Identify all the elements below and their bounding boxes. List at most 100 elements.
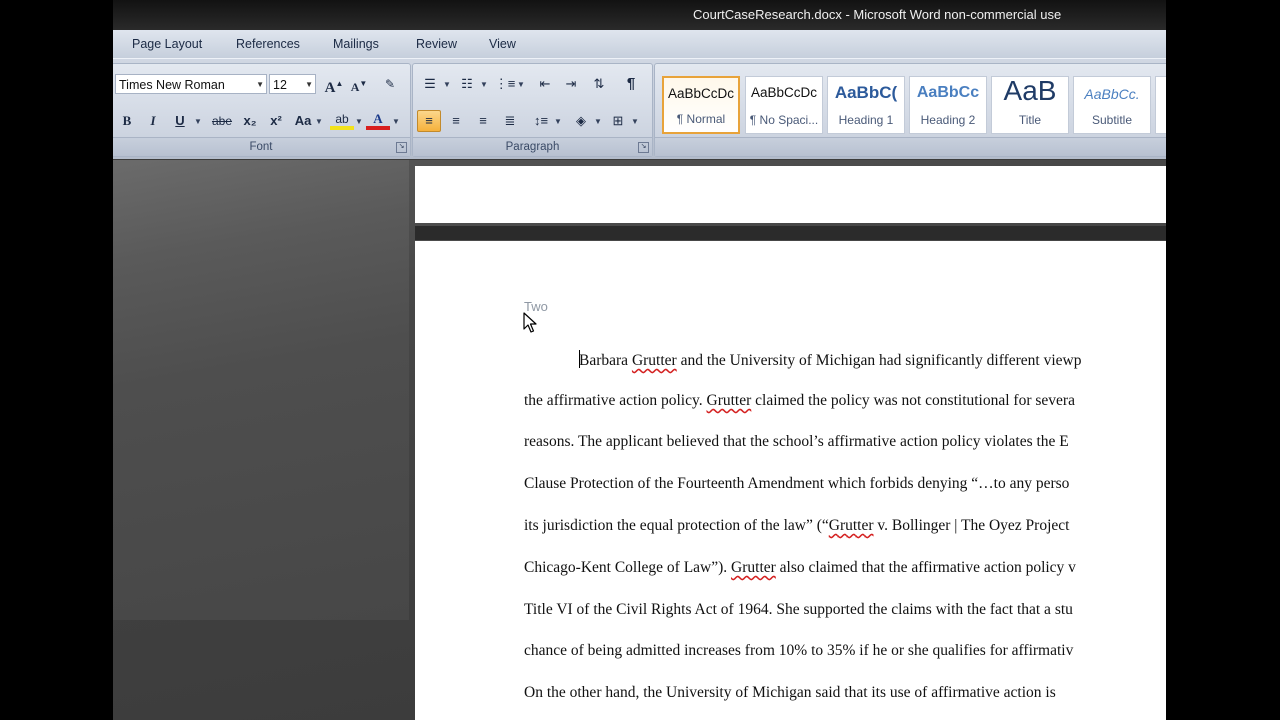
mouse-pointer-icon xyxy=(523,312,537,339)
misspelled-word[interactable]: Grutter xyxy=(632,352,677,369)
chevron-down-icon[interactable]: ▼ xyxy=(315,117,323,126)
chevron-down-icon[interactable]: ▼ xyxy=(480,80,488,89)
misspelled-word[interactable]: Grutter xyxy=(829,517,874,534)
document-line[interactable]: Clause Protection of the Fourteenth Amen… xyxy=(524,475,1069,493)
style-name: ¶ Normal xyxy=(676,112,726,126)
chevron-down-icon[interactable]: ▼ xyxy=(392,117,400,126)
misspelled-word[interactable]: Grutter xyxy=(731,559,776,576)
document-line[interactable]: Barbara Grutter and the University of Mi… xyxy=(579,350,1081,370)
style-name: Title xyxy=(1018,113,1042,127)
clear-formatting-button[interactable]: ✎ xyxy=(378,73,402,95)
document-line[interactable]: Chicago-Kent College of Law”). Grutter a… xyxy=(524,559,1076,577)
align-center-button[interactable]: ≡ xyxy=(444,110,468,132)
justify-icon: ≣ xyxy=(504,113,516,128)
tab-mailings[interactable]: Mailings xyxy=(333,37,379,51)
line-text: the affirmative action policy. xyxy=(524,392,707,409)
line-spacing-button[interactable]: ↕≡ xyxy=(529,110,553,132)
line-text: Clause Protection of the Fourteenth Amen… xyxy=(524,475,1070,492)
sort-icon: ⇅ xyxy=(593,76,605,91)
ribbon: Times New Roman ▼ 12 ▼ A▲ A▼ ✎ B I U ▼ a… xyxy=(113,58,1166,159)
style-name: ¶ No Spaci... xyxy=(749,113,819,127)
chevron-down-icon[interactable]: ▼ xyxy=(256,75,264,95)
tab-review[interactable]: Review xyxy=(416,37,457,51)
style-name: Subtitle xyxy=(1091,113,1133,127)
chevron-down-icon[interactable]: ▼ xyxy=(194,117,202,126)
style-preview: AaB xyxy=(1003,76,1057,106)
line-text: its jurisdiction the equal protection of… xyxy=(524,517,829,534)
chevron-down-icon[interactable]: ▼ xyxy=(355,117,363,126)
tab-page-layout[interactable]: Page Layout xyxy=(132,37,202,51)
decrease-indent-button[interactable]: ⇤ xyxy=(533,73,557,95)
numbering-button[interactable]: ☷ xyxy=(455,73,479,95)
document-line[interactable]: Title VI of the Civil Rights Act of 1964… xyxy=(524,601,1073,619)
line-spacing-icon: ↕≡ xyxy=(533,113,549,128)
chevron-down-icon[interactable]: ▼ xyxy=(517,80,525,89)
align-left-icon: ≡ xyxy=(425,113,433,128)
title-bar: CourtCaseResearch.docx - Microsoft Word … xyxy=(113,0,1166,30)
multilevel-list-button[interactable]: ⋮≡ xyxy=(493,73,517,95)
font-size-combo[interactable]: 12 ▼ xyxy=(269,74,316,94)
style-preview: AaBbC( xyxy=(834,83,898,102)
italic-button[interactable]: I xyxy=(141,110,165,132)
document-line[interactable]: the affirmative action policy. Grutter c… xyxy=(524,392,1075,410)
align-right-button[interactable]: ≡ xyxy=(471,110,495,132)
bold-button[interactable]: B xyxy=(115,110,139,132)
superscript-button[interactable]: x² xyxy=(264,110,288,132)
style-preview: AaBbCc xyxy=(916,84,980,101)
page-1-bottom[interactable] xyxy=(415,166,1166,223)
styles-group: AaBbCcDc ¶ Normal AaBbCcDc ¶ No Spaci...… xyxy=(654,63,1166,157)
justify-button[interactable]: ≣ xyxy=(498,110,522,132)
multilevel-list-icon: ⋮≡ xyxy=(494,76,516,91)
font-group-label: Font xyxy=(113,137,410,156)
line-text: Barbara xyxy=(579,352,632,369)
chevron-down-icon[interactable]: ▼ xyxy=(305,75,313,95)
font-color-button[interactable]: A xyxy=(366,110,390,130)
tab-view[interactable]: View xyxy=(489,37,516,51)
style-heading-2[interactable]: AaBbCc Heading 2 xyxy=(909,76,987,134)
highlight-button[interactable]: ab xyxy=(330,110,354,130)
window-title: CourtCaseResearch.docx - Microsoft Word … xyxy=(693,7,1062,22)
document-line[interactable]: On the other hand, the University of Mic… xyxy=(524,684,1056,702)
increase-indent-button[interactable]: ⇥ xyxy=(559,73,583,95)
document-line[interactable]: its jurisdiction the equal protection of… xyxy=(524,517,1069,535)
style-name: Heading 1 xyxy=(838,113,894,127)
styles-group-label xyxy=(655,137,1166,156)
tab-references[interactable]: References xyxy=(236,37,300,51)
dialog-launcher-icon[interactable]: ↘ xyxy=(638,142,649,153)
align-left-button[interactable]: ≡ xyxy=(417,110,441,132)
style-more[interactable] xyxy=(1155,76,1166,134)
font-name-combo[interactable]: Times New Roman ▼ xyxy=(115,74,267,94)
line-text: v. Bollinger | The Oyez Project xyxy=(873,517,1070,534)
change-case-button[interactable]: Aa xyxy=(290,110,316,132)
chevron-down-icon[interactable]: ▼ xyxy=(631,117,639,126)
style-normal[interactable]: AaBbCcDc ¶ Normal xyxy=(662,76,740,134)
grow-font-button[interactable]: A▲ xyxy=(322,73,346,96)
document-line[interactable]: chance of being admitted increases from … xyxy=(524,642,1073,660)
font-name-value: Times New Roman xyxy=(119,78,225,92)
document-line[interactable]: reasons. The applicant believed that the… xyxy=(524,433,1069,451)
line-text: reasons. The applicant believed that the… xyxy=(524,433,1069,450)
bullets-button[interactable]: ☰ xyxy=(418,73,442,95)
style-preview: AaBbCcDc xyxy=(667,86,735,101)
underline-button[interactable]: U xyxy=(168,110,192,132)
line-text: chance of being admitted increases from … xyxy=(524,642,1074,659)
style-heading-1[interactable]: AaBbC( Heading 1 xyxy=(827,76,905,134)
chevron-down-icon[interactable]: ▼ xyxy=(594,117,602,126)
line-text: and the University of Michigan had signi… xyxy=(676,352,1082,369)
subscript-button[interactable]: x₂ xyxy=(238,110,262,132)
dialog-launcher-icon[interactable]: ↘ xyxy=(396,142,407,153)
sort-button[interactable]: ⇅ xyxy=(587,73,611,95)
style-no-spacing[interactable]: AaBbCcDc ¶ No Spaci... xyxy=(745,76,823,134)
borders-button[interactable]: ⊞ xyxy=(606,110,630,132)
style-preview: AaBbCc. xyxy=(1084,86,1140,102)
decrease-indent-icon: ⇤ xyxy=(539,76,551,91)
show-marks-button[interactable]: ¶ xyxy=(619,73,643,95)
chevron-down-icon[interactable]: ▼ xyxy=(443,80,451,89)
shading-button[interactable]: ◈ xyxy=(569,110,593,132)
chevron-down-icon[interactable]: ▼ xyxy=(554,117,562,126)
style-subtitle[interactable]: AaBbCc. Subtitle xyxy=(1073,76,1151,134)
shrink-font-button[interactable]: A▼ xyxy=(347,73,371,95)
misspelled-word[interactable]: Grutter xyxy=(707,392,752,409)
strikethrough-button[interactable]: abe xyxy=(208,110,236,132)
style-title[interactable]: AaB Title xyxy=(991,76,1069,134)
